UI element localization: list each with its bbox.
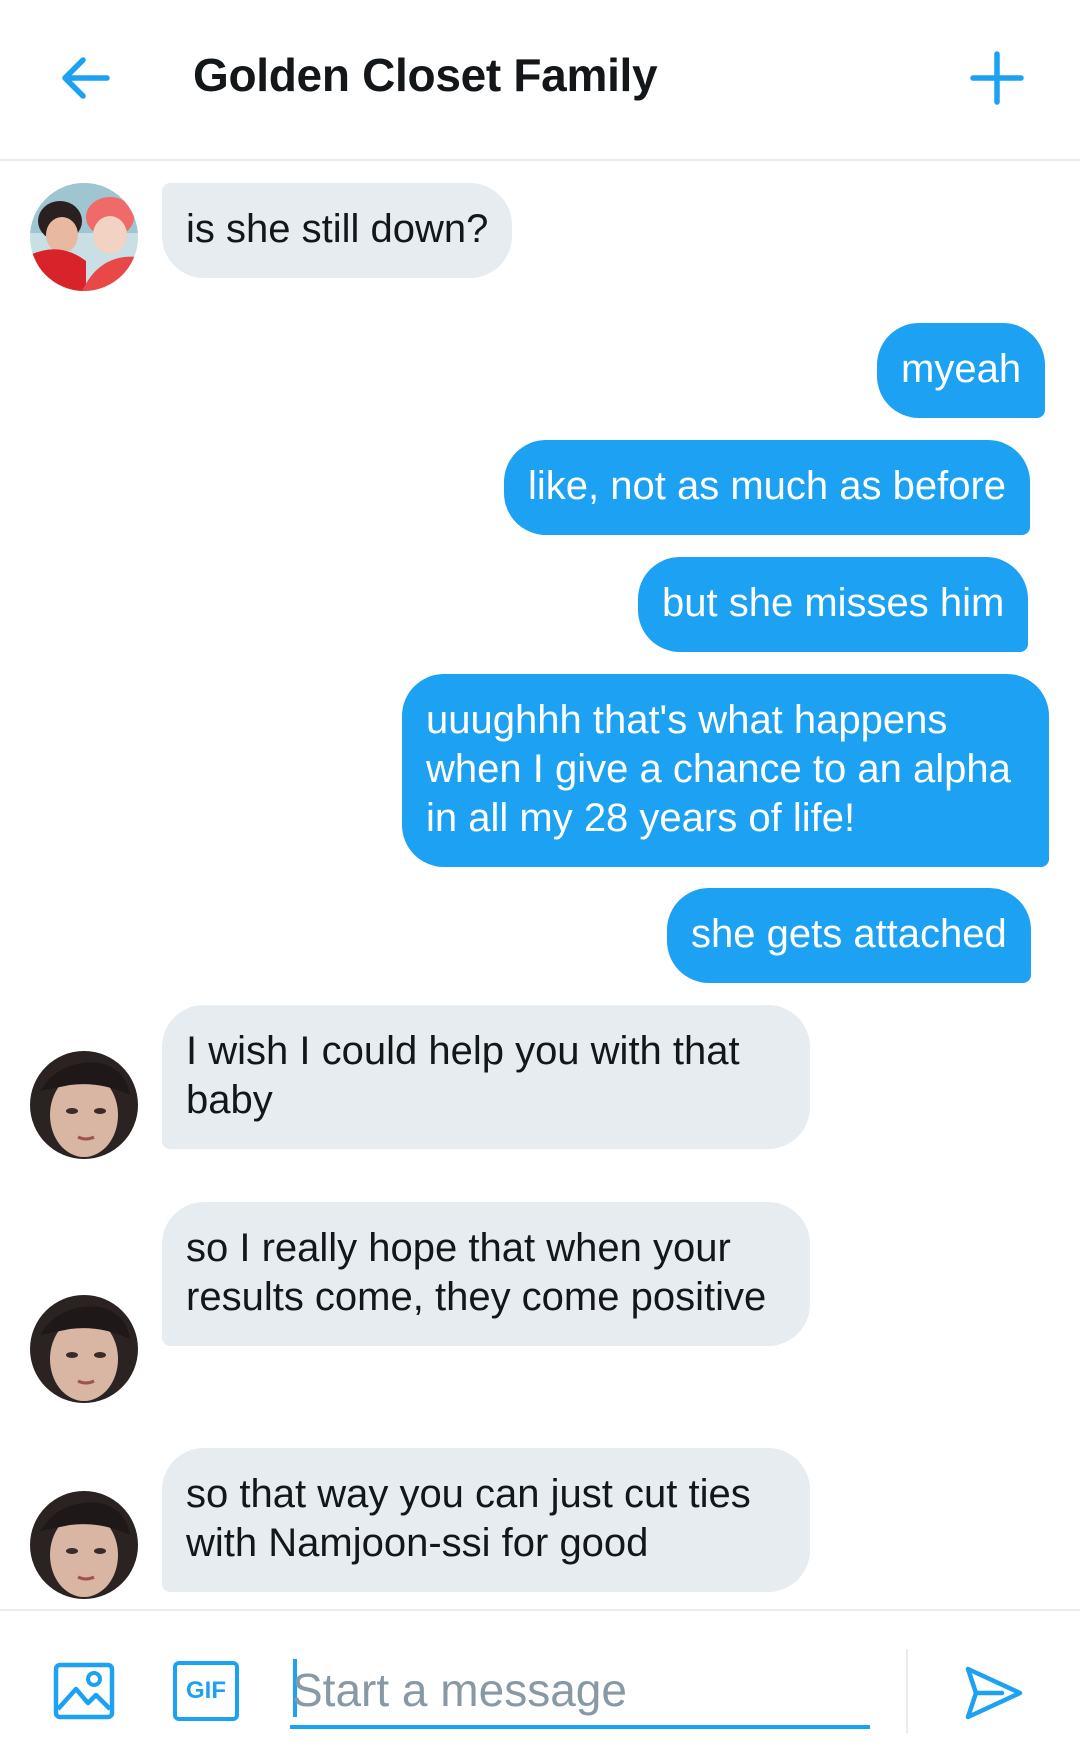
add-people-button[interactable] [964,45,1030,111]
message-text: is she still down? [186,207,489,251]
gif-label: GIF [186,1677,226,1704]
message-bubble-outgoing[interactable]: like, not as much as before [504,440,1031,535]
conversation-title: Golden Closet Family [193,49,658,101]
message-bubble-outgoing[interactable]: but she misses him [638,557,1029,652]
message-bubble-outgoing[interactable]: uuughhh that's what happens when I give … [402,674,1049,867]
message-text: I wish I could help you with that baby [186,1029,740,1122]
gif-button[interactable]: GIF [173,1661,239,1721]
message-text: myeah [901,347,1022,391]
message-text: so that way you can just cut ties with N… [186,1472,751,1565]
message-list[interactable]: is she still down? myeah like, not as mu… [0,163,1080,1609]
message-text: so I really hope that when your results … [186,1226,767,1319]
back-button[interactable] [54,47,116,109]
message-bubble-incoming[interactable]: I wish I could help you with that baby [162,1005,810,1149]
send-button[interactable] [962,1661,1026,1725]
avatar[interactable] [30,1295,138,1403]
conversation-header: Golden Closet Family [0,0,1080,161]
send-icon [965,1666,1023,1720]
message-input-wrapper [290,1655,870,1729]
message-bubble-outgoing[interactable]: myeah [877,323,1046,418]
message-composer: GIF [0,1609,1080,1759]
add-photo-button[interactable] [52,1659,116,1723]
message-bubble-incoming[interactable]: so that way you can just cut ties with N… [162,1448,810,1592]
message-bubble-incoming[interactable]: so I really hope that when your results … [162,1202,810,1346]
message-bubble-incoming[interactable]: is she still down? [162,183,513,278]
arrow-left-icon [62,57,110,99]
avatar[interactable] [30,1491,138,1599]
message-text: but she misses him [662,581,1005,625]
message-bubble-outgoing[interactable]: she gets attached [667,888,1031,983]
message-text: like, not as much as before [528,464,1007,508]
image-icon [53,1662,115,1720]
message-input[interactable] [290,1655,870,1725]
avatar[interactable] [30,1051,138,1159]
avatar[interactable] [30,183,138,291]
dm-conversation-screen: Golden Closet Family is she still down? [0,0,1080,1759]
message-text: she gets attached [691,912,1007,956]
composer-divider [906,1649,908,1733]
plus-icon [970,51,1024,105]
message-text: uuughhh that's what happens when I give … [426,698,1011,840]
